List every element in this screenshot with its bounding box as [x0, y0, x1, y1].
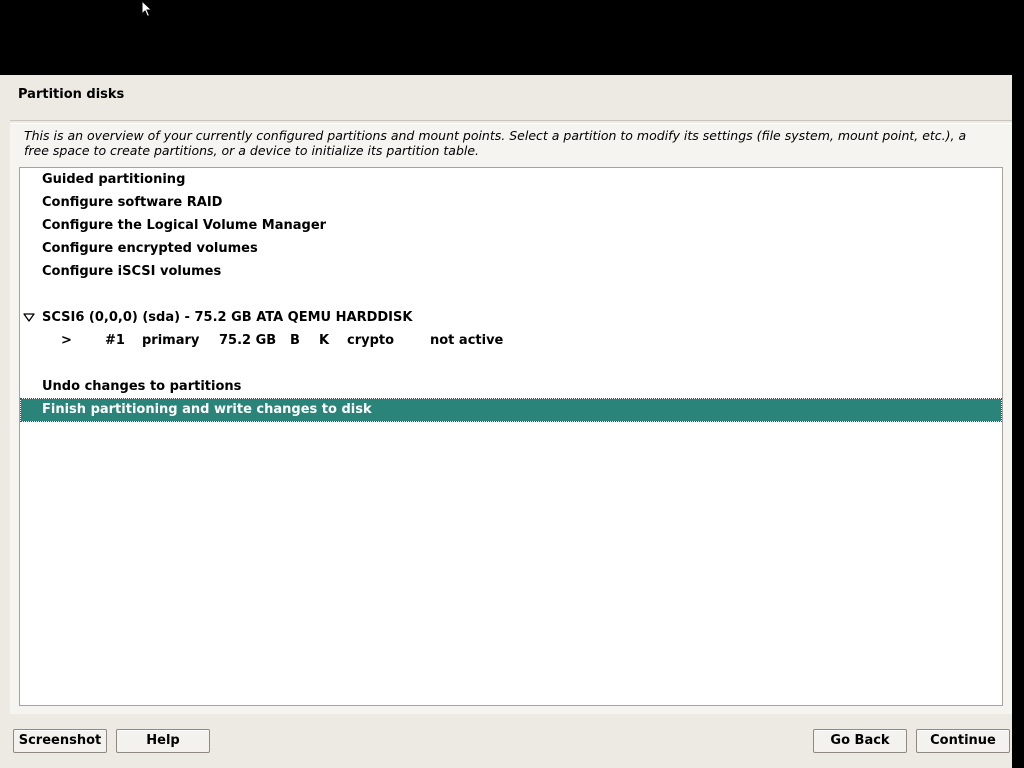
title-bar: Partition disks: [0, 75, 1012, 119]
partition-marker: >: [61, 333, 72, 348]
page-title: Partition disks: [18, 87, 125, 102]
continue-button[interactable]: Continue: [916, 729, 1010, 753]
finish-partitioning-label: Finish partitioning and write changes to…: [42, 402, 372, 417]
undo-changes-item[interactable]: Undo changes to partitions: [21, 376, 1001, 398]
menu-item-label: Configure the Logical Volume Manager: [42, 218, 327, 233]
description-text: This is an overview of your currently co…: [24, 128, 967, 158]
button-bar: Screenshot Help Go Back Continue: [0, 715, 1012, 768]
finish-partitioning-item[interactable]: Finish partitioning and write changes to…: [20, 398, 1002, 422]
installer-window: Partition disks This is an overview of y…: [0, 75, 1012, 768]
partition-row[interactable]: > #1 primary 75.2 GB B K crypto not acti…: [21, 330, 1001, 352]
triangle-down-icon[interactable]: [23, 312, 35, 324]
menu-item-label: Configure software RAID: [42, 195, 223, 210]
menu-item-encrypted-volumes[interactable]: Configure encrypted volumes: [21, 238, 1001, 260]
content-area: This is an overview of your currently co…: [10, 123, 1012, 714]
menu-item-guided-partitioning[interactable]: Guided partitioning: [21, 169, 1001, 191]
undo-changes-label: Undo changes to partitions: [42, 379, 242, 394]
screen: Partition disks This is an overview of y…: [0, 0, 1024, 768]
help-button[interactable]: Help: [116, 729, 210, 753]
menu-item-label: Guided partitioning: [42, 172, 186, 187]
partition-list[interactable]: Guided partitioning Configure software R…: [19, 167, 1003, 706]
partition-type: primary: [142, 333, 200, 348]
disk-label: SCSI6 (0,0,0) (sda) - 75.2 GB ATA QEMU H…: [42, 310, 413, 325]
partition-flag-bootable: B: [290, 333, 300, 348]
disk-row[interactable]: SCSI6 (0,0,0) (sda) - 75.2 GB ATA QEMU H…: [21, 307, 1001, 329]
title-divider: [10, 120, 1012, 121]
menu-item-software-raid[interactable]: Configure software RAID: [21, 192, 1001, 214]
partition-usage: crypto: [347, 333, 395, 348]
screenshot-button[interactable]: Screenshot: [13, 729, 107, 753]
partition-flag-keep: K: [319, 333, 330, 348]
partition-size: 75.2 GB: [219, 333, 277, 348]
partition-status: not active: [430, 333, 504, 348]
go-back-button[interactable]: Go Back: [813, 729, 907, 753]
menu-item-label: Configure encrypted volumes: [42, 241, 258, 256]
partition-number: #1: [105, 333, 125, 348]
menu-item-lvm[interactable]: Configure the Logical Volume Manager: [21, 215, 1001, 237]
menu-item-iscsi-volumes[interactable]: Configure iSCSI volumes: [21, 261, 1001, 283]
menu-item-label: Configure iSCSI volumes: [42, 264, 222, 279]
mouse-cursor-icon: [141, 0, 153, 18]
